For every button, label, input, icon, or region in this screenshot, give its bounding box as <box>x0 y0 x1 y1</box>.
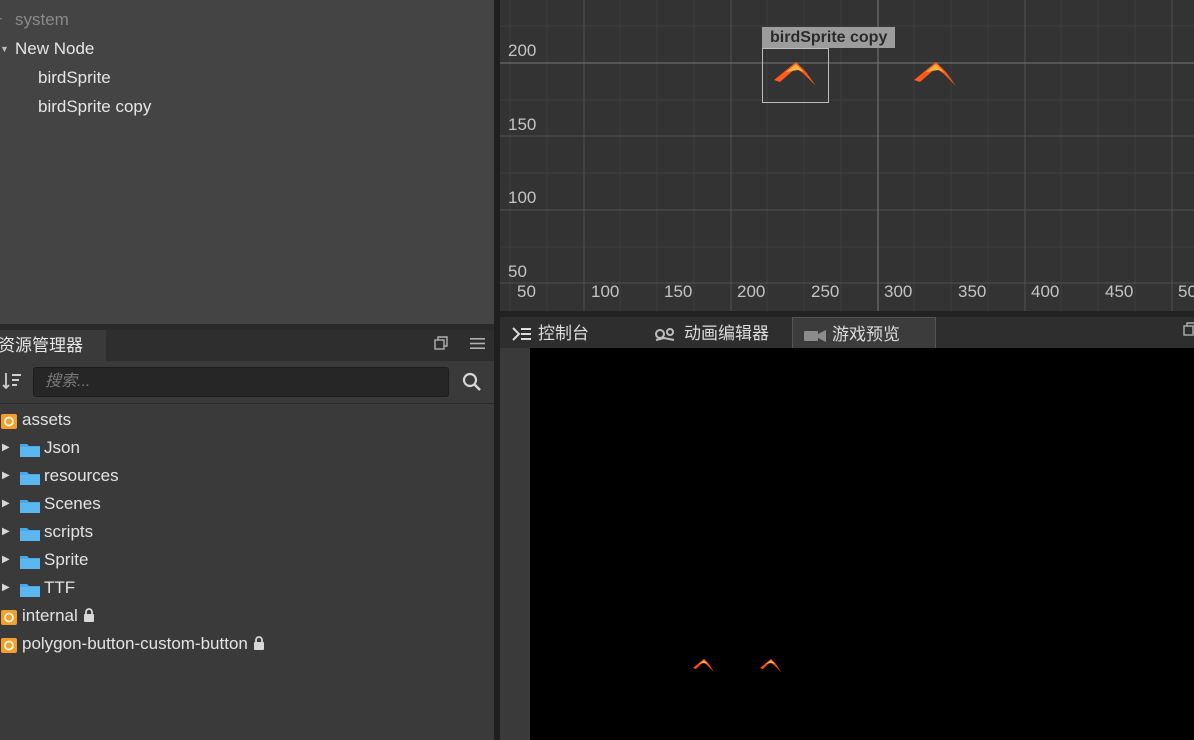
tree-item-label: resources <box>44 466 119 485</box>
x-tick-label: 500 <box>1178 282 1194 301</box>
lock-icon <box>83 608 94 622</box>
expand-arrow-icon[interactable]: ▶ <box>2 518 12 546</box>
x-tick-label: 250 <box>811 282 839 301</box>
tree-item-label: internal <box>22 606 78 625</box>
x-tick-label: 150 <box>664 282 692 301</box>
selected-node-label: birdSprite copy <box>762 27 896 48</box>
bird-sprite-preview-1 <box>693 659 714 672</box>
folder-icon <box>20 556 40 569</box>
assets-tabbar: 资源管理器 <box>0 330 494 362</box>
y-tick-label: 100 <box>508 188 536 207</box>
x-tick-label: 350 <box>958 282 986 301</box>
tree-item-label: scripts <box>44 522 94 541</box>
tab-assets-label: 资源管理器 <box>0 336 83 355</box>
search-placeholder: 搜索... <box>45 373 91 390</box>
folder-icon <box>20 472 40 485</box>
camera-icon <box>804 330 826 342</box>
expand-arrow-icon[interactable]: ▶ <box>2 546 12 574</box>
hierarchy-item-label: birdSprite copy <box>38 97 152 116</box>
x-tick-label: 50 <box>517 282 536 301</box>
hierarchy-item-label: birdSprite <box>38 68 111 87</box>
folder-icon <box>20 500 40 513</box>
package-icon <box>1 414 17 429</box>
console-icon <box>512 327 531 341</box>
expand-arrow-icon[interactable]: ▼ <box>0 37 10 61</box>
expand-arrow-icon[interactable]: ▶ <box>2 574 12 602</box>
tree-item-label: Json <box>44 438 80 457</box>
sort-icon[interactable] <box>2 371 24 393</box>
folder-icon <box>20 584 40 597</box>
expand-arrow-icon[interactable]: ▶ <box>2 490 12 518</box>
tab-game-preview-label: 游戏预览 <box>832 325 900 344</box>
package-icon <box>1 610 17 625</box>
package-icon <box>1 638 17 653</box>
y-tick-label: 200 <box>508 41 536 60</box>
assets-toolbar: 搜索... <box>0 361 494 404</box>
hierarchy-item-label: New Node <box>15 39 95 58</box>
y-tick-label: 150 <box>508 115 536 134</box>
folder-icon <box>20 528 40 541</box>
tab-animation-editor[interactable]: 动画编辑器 <box>654 317 769 348</box>
x-tick-label: 300 <box>884 282 912 301</box>
tree-item-label: TTF <box>44 578 76 597</box>
tab-console[interactable]: 控制台 <box>512 317 589 348</box>
lock-icon <box>253 636 264 650</box>
search-input[interactable]: 搜索... <box>33 367 449 397</box>
selection-box[interactable] <box>762 48 829 103</box>
bird-sprite-preview-2 <box>760 659 781 672</box>
hierarchy-item-label: system <box>15 10 69 29</box>
expand-arrow-icon[interactable]: ▶ <box>2 434 12 462</box>
x-tick-label: 100 <box>591 282 619 301</box>
assets-panel: 资源管理器 搜索... assets ▶ Json ▶ resources ▶ … <box>0 330 494 740</box>
game-preview-canvas[interactable] <box>530 348 1194 740</box>
bottom-tabbar: 控制台 动画编辑器 游戏预览 <box>500 317 1194 349</box>
hierarchy-panel: • system ▼ New Node birdSprite birdSprit… <box>0 0 494 324</box>
tab-animation-editor-label: 动画编辑器 <box>684 324 769 343</box>
expand-arrow-icon[interactable]: ▶ <box>2 462 12 490</box>
x-tick-label: 200 <box>737 282 765 301</box>
tab-game-preview[interactable]: 游戏预览 <box>792 317 936 348</box>
tree-item-label: polygon-button-custom-button <box>22 634 248 653</box>
tree-item-label: Sprite <box>44 550 89 569</box>
y-tick-label: 50 <box>508 262 527 281</box>
x-tick-label: 400 <box>1031 282 1059 301</box>
collapsed-arrow-icon[interactable]: • <box>0 8 10 32</box>
preview-gutter <box>500 348 530 740</box>
search-icon[interactable] <box>462 372 482 392</box>
tree-item-label: Scenes <box>44 494 101 513</box>
scene-view[interactable]: 200 150 100 50 50 100 150 200 250 300 35… <box>500 0 1194 311</box>
animation-icon <box>655 328 675 341</box>
folder-icon <box>20 444 40 457</box>
tab-console-label: 控制台 <box>538 324 589 343</box>
x-tick-label: 450 <box>1105 282 1133 301</box>
bird-sprite-scene-2[interactable] <box>914 62 956 86</box>
popout-icon[interactable] <box>431 336 451 356</box>
tab-assets[interactable]: 资源管理器 <box>0 330 106 362</box>
popout-icon[interactable] <box>1180 322 1194 342</box>
tree-item-label: assets <box>22 410 72 429</box>
menu-icon[interactable] <box>467 336 487 356</box>
